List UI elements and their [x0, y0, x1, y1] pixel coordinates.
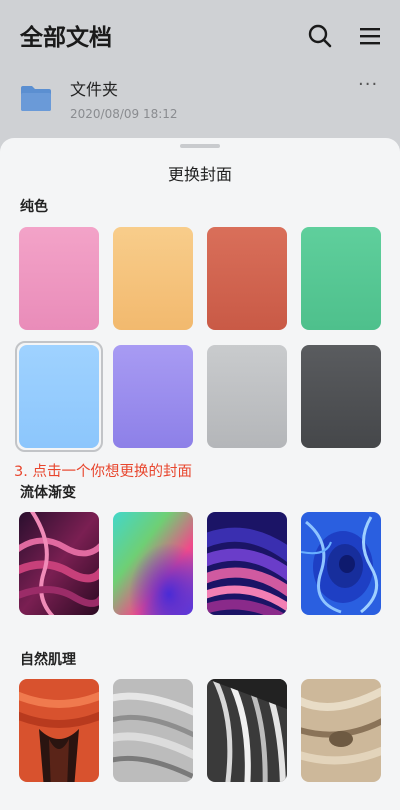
gradient-cover-rainbow[interactable] — [113, 512, 193, 615]
folder-name[interactable]: 文件夹 — [70, 76, 118, 100]
texture-cover-red-rock[interactable] — [19, 679, 99, 782]
sheet-title: 更换封面 — [167, 165, 232, 184]
cover-picker-sheet: 更换封面 纯色 3. 点击一个你想更换的封面 流体渐变 自然肌理 — [0, 138, 400, 810]
selected-tile-ring — [15, 341, 103, 452]
section-fluid-gradient: 流体渐变 — [20, 485, 76, 501]
page-title: 全部文档 — [20, 25, 112, 51]
more-options-icon[interactable]: ··· — [358, 74, 378, 95]
sheet-drag-handle[interactable] — [180, 144, 220, 148]
solid-color-tile[interactable] — [301, 227, 381, 330]
texture-cover-grey-sand[interactable] — [113, 679, 193, 782]
gradient-cover-canyon[interactable] — [19, 512, 99, 615]
section-natural-texture: 自然肌理 — [20, 652, 76, 668]
solid-color-tile[interactable] — [113, 227, 193, 330]
solid-color-tile[interactable] — [301, 345, 381, 448]
solid-color-tile[interactable] — [113, 345, 193, 448]
texture-cover-driftwood[interactable] — [301, 679, 381, 782]
gradient-cover-waves[interactable] — [207, 512, 287, 615]
gradient-cover-blue-swirl[interactable] — [301, 512, 381, 615]
solid-color-tile[interactable] — [19, 227, 99, 330]
menu-icon[interactable] — [356, 22, 384, 50]
solid-color-tile[interactable] — [207, 227, 287, 330]
folder-icon — [20, 84, 52, 112]
instruction-annotation: 3. 点击一个你想更换的封面 — [14, 464, 192, 480]
texture-cover-bw-stripes[interactable] — [207, 679, 287, 782]
solid-color-tile[interactable] — [207, 345, 287, 448]
folder-date: 2020/08/09 18:12 — [70, 107, 178, 121]
search-icon[interactable] — [306, 22, 334, 50]
section-solid-color: 纯色 — [20, 199, 48, 215]
